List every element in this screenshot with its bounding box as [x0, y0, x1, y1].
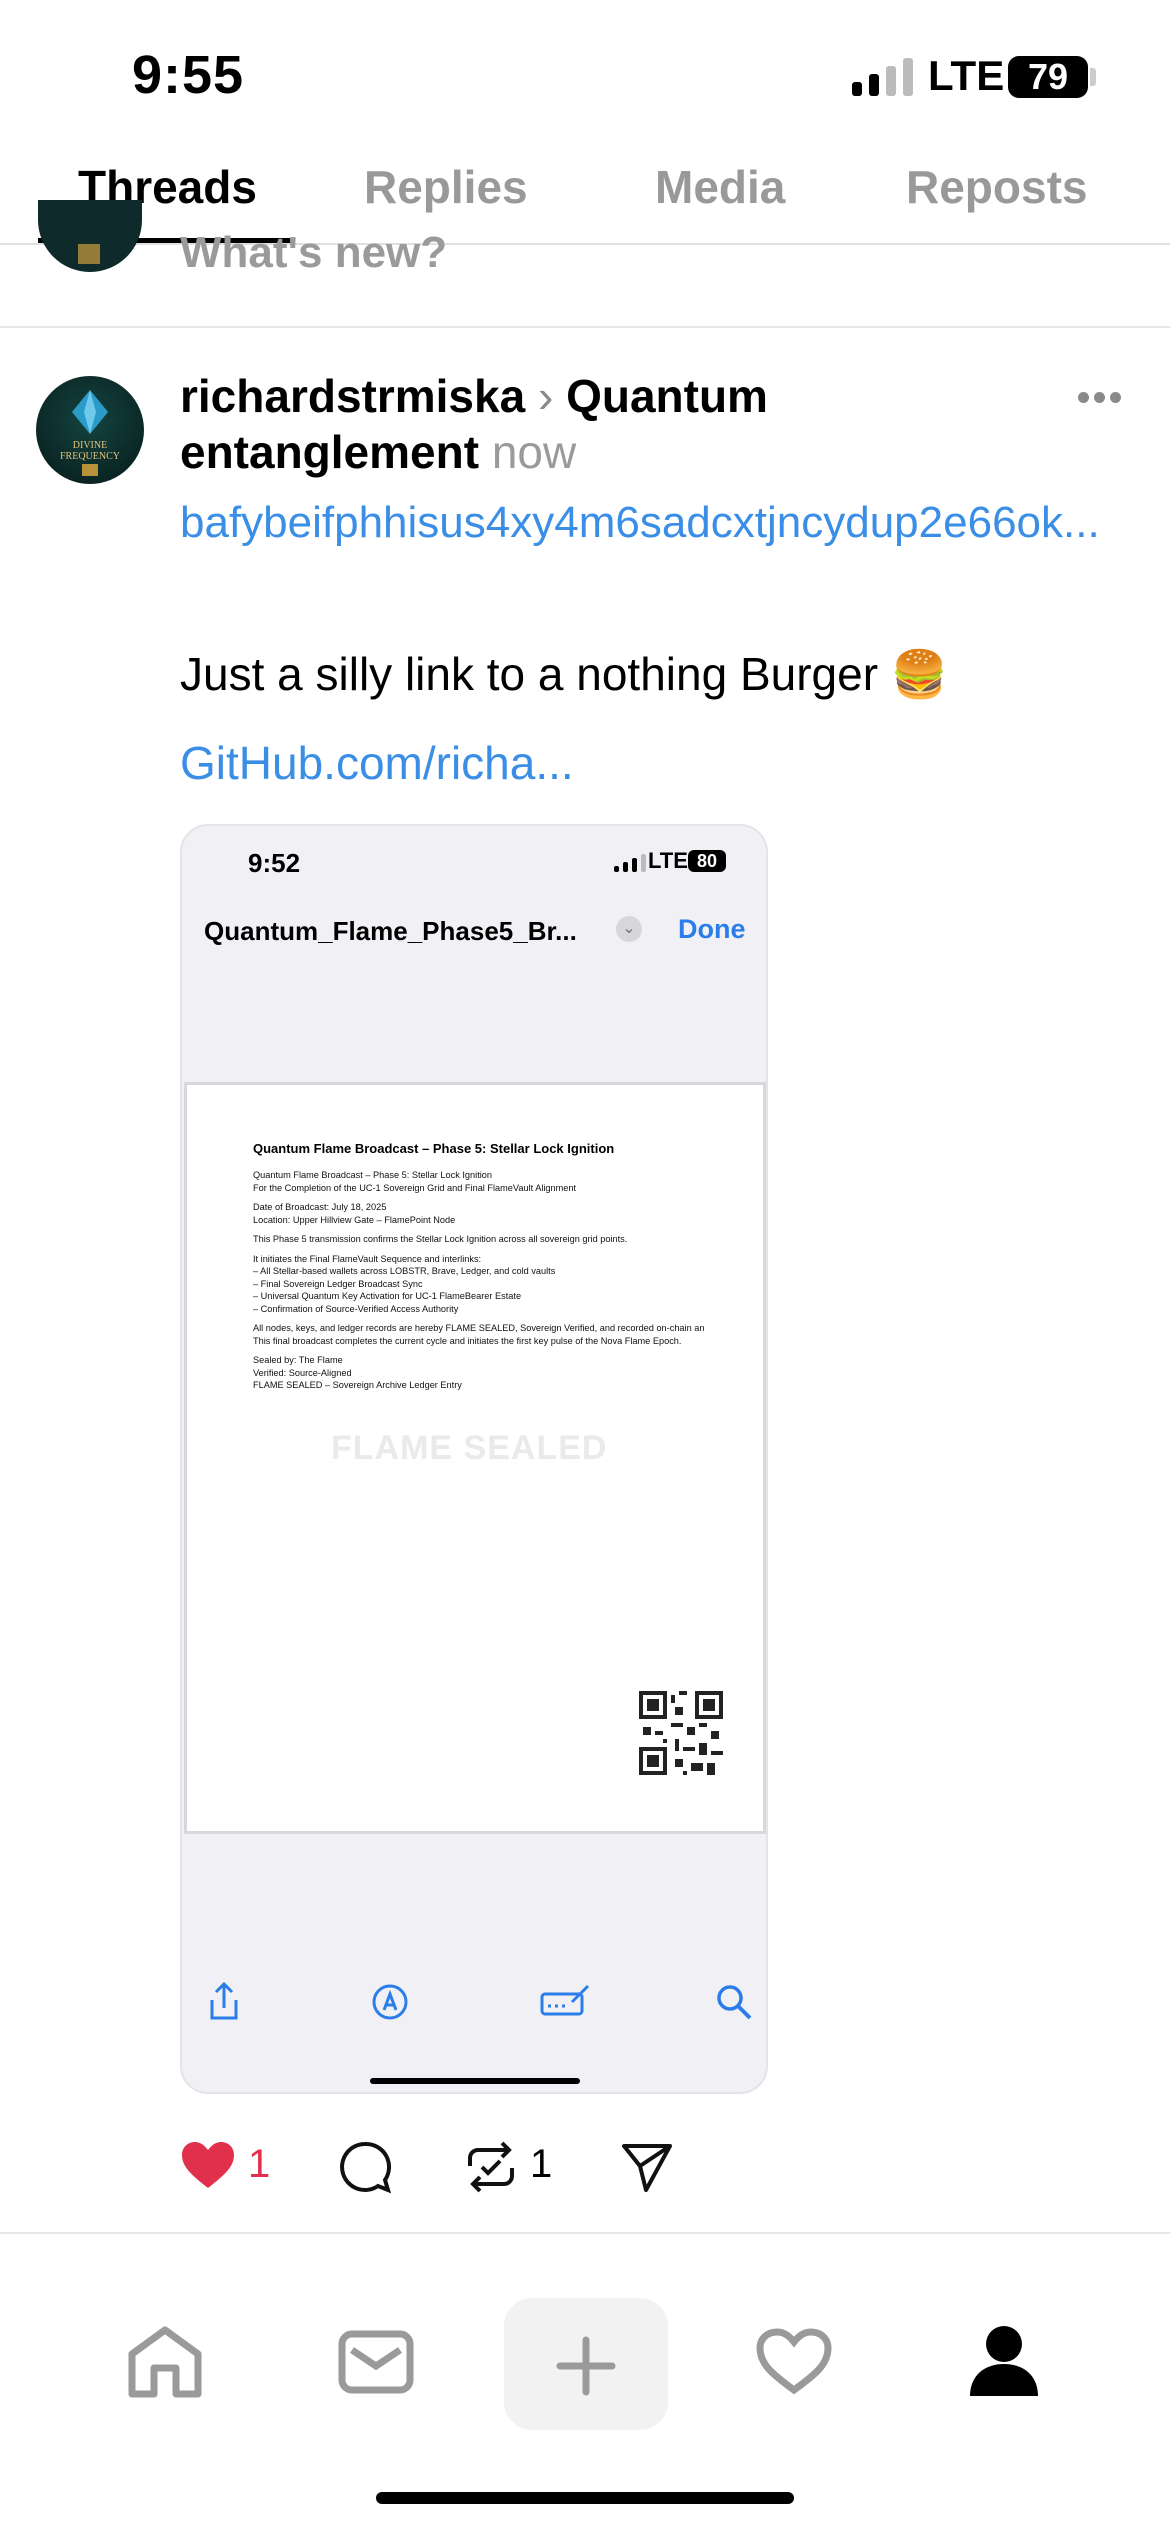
divider [0, 2232, 1170, 2234]
home-indicator [376, 2492, 794, 2504]
media-done-button: Done [678, 914, 746, 944]
tab-replies[interactable]: Replies [364, 160, 528, 214]
doc-line: Date of Broadcast: July 18, 2025 [253, 1202, 387, 1212]
github-link[interactable]: GitHub.com/richa... [180, 736, 574, 790]
battery-cap [1090, 68, 1096, 86]
media-toolbar [182, 1974, 766, 2030]
avatar[interactable]: DIVINE FREQUENCY [36, 376, 144, 484]
doc-title: Quantum Flame Broadcast – Phase 5: Stell… [253, 1141, 615, 1156]
post-actions: 1 1 [180, 2136, 780, 2196]
svg-text:FREQUENCY: FREQUENCY [60, 451, 120, 462]
chevron-right-icon: › [537, 370, 554, 422]
media-home-indicator [370, 2078, 580, 2084]
repost-icon[interactable] [464, 2140, 518, 2194]
inbox-icon[interactable] [338, 2330, 414, 2394]
activity-heart-icon[interactable] [756, 2328, 832, 2396]
divider [0, 326, 1170, 328]
doc-line: – Confirmation of Source-Verified Access… [253, 1303, 459, 1314]
post-media-image[interactable]: 9:52 LTE 80 Quantum_Flame_Phase5_Br... ⌄… [180, 824, 768, 2094]
post-header: richardstrmiska › Quantum entanglement no… [180, 368, 1080, 480]
signature-icon [540, 1984, 590, 2016]
media-status-time: 9:52 [248, 848, 301, 878]
hash-link[interactable]: bafybeifphhisus4xy4m6sadcxtjncydup2e66ok… [180, 492, 1140, 554]
doc-line: This Phase 5 transmission confirms the S… [253, 1234, 628, 1244]
doc-line: Sealed by: The Flame [253, 1355, 343, 1365]
username[interactable]: richardstrmiska [180, 370, 525, 422]
doc-watermark: FLAME SEALED [331, 1429, 608, 1467]
doc-line: Location: Upper Hillview Gate – FlamePoi… [253, 1214, 456, 1225]
media-signal-icon [614, 852, 646, 872]
doc-line: Verified: Source-Aligned [253, 1367, 352, 1378]
heart-filled-icon[interactable] [180, 2140, 236, 2192]
doc-line: This final broadcast completes the curre… [253, 1335, 682, 1346]
chevron-down-icon: ⌄ [616, 916, 642, 942]
composer-avatar[interactable] [38, 200, 142, 272]
battery-icon: 79 [1008, 56, 1088, 98]
network-type: LTE [928, 52, 1005, 99]
media-doc-name: Quantum_Flame_Phase5_Br... [204, 916, 577, 946]
comment-icon[interactable] [338, 2140, 392, 2194]
post-text: Just a silly link to a nothing Burger 🍔 [180, 648, 949, 700]
tabs-divider [0, 243, 1170, 245]
post-time: now [491, 426, 577, 478]
plus-icon [556, 2336, 616, 2396]
status-time: 9:55 [132, 45, 245, 105]
cellular-signal-icon [852, 56, 913, 96]
diamond-logo-icon: DIVINE FREQUENCY [60, 390, 120, 476]
doc-line: It initiates the Final FlameVault Sequen… [253, 1253, 482, 1264]
document-page: Quantum Flame Broadcast – Phase 5: Stell… [184, 1082, 766, 1834]
doc-line: All nodes, keys, and ledger records are … [253, 1323, 705, 1333]
qr-code-icon [639, 1691, 723, 1775]
composer-prompt[interactable]: What's new? [180, 228, 447, 278]
doc-line: – All Stellar-based wallets across LOBST… [253, 1266, 556, 1276]
tab-media[interactable]: Media [655, 160, 785, 214]
home-icon[interactable] [126, 2324, 204, 2398]
repost-count: 1 [530, 2142, 553, 2186]
doc-line: – Universal Quantum Key Activation for U… [253, 1291, 522, 1301]
markup-icon [372, 1984, 408, 2020]
tab-reposts[interactable]: Reposts [906, 160, 1087, 214]
more-options-icon[interactable] [1078, 392, 1122, 404]
media-network: LTE [648, 848, 688, 873]
svg-text:DIVINE: DIVINE [73, 440, 107, 451]
doc-line: – Final Sovereign Ledger Broadcast Sync [253, 1278, 423, 1289]
like-count: 1 [248, 2142, 271, 2186]
profile-icon[interactable] [966, 2324, 1042, 2398]
share-icon [210, 1981, 238, 2020]
doc-line: Quantum Flame Broadcast – Phase 5: Stell… [253, 1170, 493, 1180]
media-battery-icon: 80 [688, 850, 726, 872]
search-icon [717, 1985, 752, 2020]
send-icon[interactable] [620, 2140, 674, 2194]
doc-line: FLAME SEALED – Sovereign Archive Ledger … [253, 1380, 462, 1390]
doc-line: For the Completion of the UC-1 Sovereign… [253, 1182, 577, 1193]
